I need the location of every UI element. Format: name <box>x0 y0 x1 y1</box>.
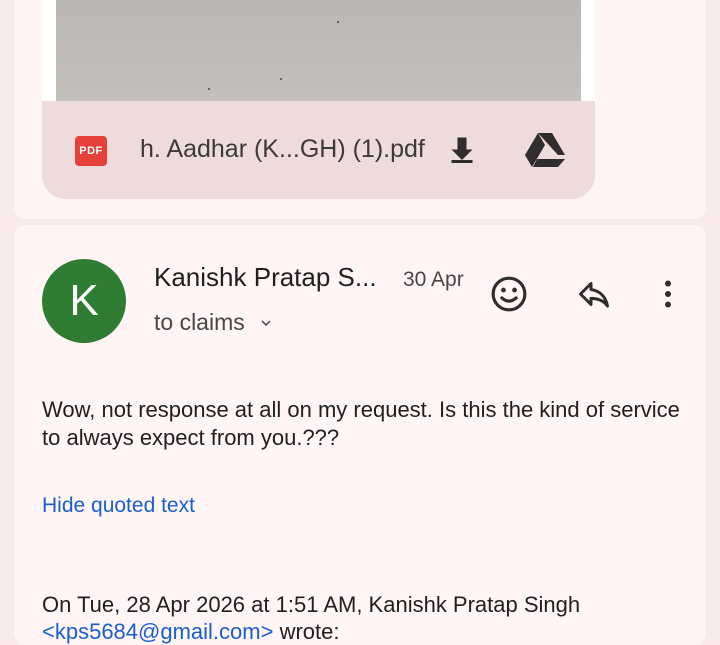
attachment-preview-image <box>56 0 581 101</box>
quote-email-link[interactable]: <kps5684@gmail.com> <box>42 619 273 644</box>
emoji-reaction-button[interactable] <box>487 272 531 316</box>
quote-wrote-label: wrote: <box>273 619 340 644</box>
avatar[interactable]: K <box>42 259 126 343</box>
attachment-bar: PDF h. Aadhar (K...GH) (1).pdf <box>42 101 595 199</box>
attachment-file-name[interactable]: h. Aadhar (K...GH) (1).pdf <box>140 135 425 164</box>
message-body: Wow, not response at all on my request. … <box>42 397 680 450</box>
reply-icon <box>579 282 609 308</box>
message-date: 30 Apr <box>403 268 464 291</box>
sender-name: Kanishk Pratap S... <box>154 262 377 292</box>
recipients-label: to claims <box>154 309 245 335</box>
more-vert-icon <box>665 280 671 308</box>
download-icon[interactable] <box>444 133 480 169</box>
preview-speck <box>337 21 339 23</box>
recipients-toggle[interactable]: to claims <box>154 309 275 336</box>
smiley-icon <box>491 276 527 312</box>
reply-button[interactable] <box>572 272 616 316</box>
chevron-down-icon <box>261 319 271 326</box>
attachment-card[interactable]: PDF h. Aadhar (K...GH) (1).pdf <box>42 0 595 199</box>
quote-sender-line: <kps5684@gmail.com> wrote: <box>42 619 339 645</box>
preview-speck <box>280 78 282 80</box>
hide-quoted-text-link[interactable]: Hide quoted text <box>42 494 195 518</box>
google-drive-icon[interactable] <box>524 131 566 169</box>
preview-speck <box>208 88 210 90</box>
more-options-button[interactable] <box>646 272 690 316</box>
attachment-preview[interactable] <box>42 0 595 101</box>
pdf-icon: PDF <box>75 136 107 166</box>
quote-header: On Tue, 28 Apr 2026 at 1:51 AM, Kanishk … <box>42 592 581 617</box>
